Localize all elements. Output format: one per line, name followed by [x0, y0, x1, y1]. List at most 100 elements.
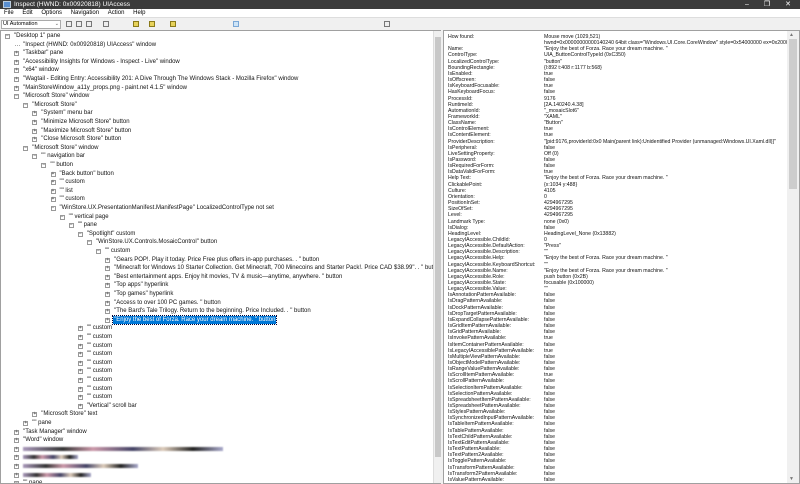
expand-icon[interactable]: +: [77, 352, 83, 358]
tree-item[interactable]: + "x64" window: [1, 66, 433, 75]
collapse-icon[interactable]: −: [23, 102, 29, 108]
tree-item[interactable]: − "" pane: [1, 221, 433, 230]
tree-walk-icon[interactable]: [233, 21, 239, 27]
menu-edit[interactable]: Edit: [22, 10, 32, 16]
menu-options[interactable]: Options: [41, 10, 62, 16]
nav-down-icon[interactable]: [206, 21, 212, 27]
expand-icon[interactable]: +: [14, 438, 20, 444]
tooltip-icon[interactable]: [133, 21, 139, 27]
focus-icon[interactable]: [170, 21, 176, 27]
tree-item[interactable]: + "Microsoft Store" text: [1, 410, 433, 419]
nav-first-child-icon[interactable]: [259, 21, 265, 27]
highlight-icon[interactable]: [149, 21, 155, 27]
collapse-icon[interactable]: −: [23, 145, 29, 151]
tree-item[interactable]: "Inspect (HWND: 0x00920818) UIAccess" wi…: [1, 41, 433, 50]
expand-icon[interactable]: +: [105, 317, 111, 323]
expand-icon[interactable]: +: [32, 120, 38, 125]
collapse-icon[interactable]: −: [86, 240, 92, 246]
expand-icon[interactable]: +: [77, 343, 83, 349]
tree-item[interactable]: + "" custom: [1, 385, 433, 394]
expand-icon[interactable]: +: [105, 292, 111, 297]
expand-icon[interactable]: +: [77, 360, 83, 366]
tree-item[interactable]: + "" custom: [1, 393, 433, 402]
nav-left-icon[interactable]: [186, 21, 192, 27]
tree-item[interactable]: + "" custom: [1, 367, 433, 376]
tree-item[interactable]: + "System" menu bar: [1, 109, 433, 118]
nav-root-icon[interactable]: [306, 21, 312, 27]
expand-icon[interactable]: +: [14, 472, 20, 478]
tree-item[interactable]: + "Word" window: [1, 436, 433, 445]
collapse-icon[interactable]: −: [14, 94, 20, 100]
text-cursor-icon[interactable]: [113, 21, 119, 27]
tree-item[interactable]: − "" navigation bar: [1, 152, 433, 161]
expand-icon[interactable]: +: [14, 68, 20, 74]
tree-item[interactable]: − "WinStore.UX.PresentationManifest.Manif…: [1, 204, 433, 213]
tree-item[interactable]: + "Task Manager" window: [1, 428, 433, 437]
expand-icon[interactable]: +: [50, 197, 56, 203]
nav-last-icon[interactable]: [289, 21, 295, 27]
collapse-icon[interactable]: −: [59, 214, 65, 220]
nav-up-icon[interactable]: [196, 21, 202, 27]
nav-prev-icon[interactable]: [279, 21, 285, 27]
pointer-icon[interactable]: [123, 21, 129, 27]
tree-item[interactable]: − "Microsoft Store" window: [1, 144, 433, 153]
tree-item[interactable]: + "Best entertainment apps. Enjoy hit mov…: [1, 273, 433, 282]
tree-item[interactable]: + "" custom: [1, 333, 433, 342]
tree-item[interactable]: + "Access to over 100 PC games. " button: [1, 299, 433, 308]
option-1-icon[interactable]: [322, 21, 328, 27]
menu-file[interactable]: File: [4, 10, 14, 16]
tree-item[interactable]: + "Taskbar" pane: [1, 49, 433, 58]
expand-icon[interactable]: +: [77, 403, 83, 409]
option-5-icon[interactable]: [362, 21, 368, 27]
tree-scrollbar[interactable]: [433, 31, 441, 483]
expand-icon[interactable]: +: [77, 395, 83, 401]
tree-item[interactable]: + "" custom: [1, 178, 433, 187]
tree-item[interactable]: − "Desktop 1" pane: [1, 32, 433, 41]
tree-item[interactable]: − "WinStore.UX.Controls.MosaicControl" bu…: [1, 238, 433, 247]
collapse-icon[interactable]: −: [68, 223, 74, 229]
expand-icon[interactable]: +: [50, 180, 56, 186]
scroll-down-icon[interactable]: ▼: [789, 476, 794, 482]
copy-tree-icon[interactable]: [76, 21, 82, 27]
expand-icon[interactable]: +: [32, 128, 38, 134]
option-4-icon[interactable]: [352, 21, 358, 27]
expand-icon[interactable]: +: [105, 300, 111, 306]
tree-item[interactable]: + "Top apps" hyperlink: [1, 281, 433, 290]
tree-item[interactable]: + "Minecraft for Windows 10 Starter Colle…: [1, 264, 440, 273]
tree-item[interactable]: − "" vertical page: [1, 213, 433, 222]
tree-item[interactable]: + "Accessibility Insights for Windows - I…: [1, 58, 433, 67]
scroll-thumb[interactable]: [789, 39, 797, 189]
tree-item[interactable]: − "" button: [1, 161, 433, 170]
tree-item[interactable]: +: [1, 453, 433, 462]
expand-icon[interactable]: +: [14, 77, 20, 82]
expand-icon[interactable]: +: [77, 369, 83, 375]
tree-item[interactable]: + "" custom: [1, 342, 433, 351]
expand-icon[interactable]: +: [50, 171, 56, 177]
option-2-icon[interactable]: [332, 21, 338, 27]
tree-item[interactable]: − "" custom: [1, 247, 433, 256]
tree-item[interactable]: + "Top games" hyperlink: [1, 290, 433, 299]
scroll-up-icon[interactable]: ▲: [789, 32, 794, 38]
expand-icon[interactable]: +: [32, 111, 38, 117]
tree-item[interactable]: +: [1, 471, 433, 480]
expand-icon[interactable]: +: [14, 446, 20, 452]
properties-panel[interactable]: How found: Mouse move (1029,521) hwnd=0x00…: [443, 30, 800, 484]
tree-item[interactable]: − "" pane: [1, 479, 433, 483]
expand-icon[interactable]: +: [14, 59, 20, 65]
tree-item[interactable]: + "Enjoy the best of Forza. Race your dre…: [1, 314, 433, 326]
tree-item[interactable]: − "Microsoft Store" window: [1, 92, 433, 101]
expand-icon[interactable]: +: [14, 464, 20, 469]
rectangle-icon[interactable]: [103, 21, 109, 27]
tree-item[interactable]: − "Spotlight" custom: [1, 230, 433, 239]
close-button[interactable]: ✕: [781, 0, 795, 9]
copy-icon[interactable]: [66, 21, 72, 27]
tree-item[interactable]: + "Vertical" scroll bar: [1, 402, 433, 411]
minimize-button[interactable]: –: [740, 0, 754, 9]
expand-icon[interactable]: +: [32, 412, 38, 418]
caret-icon[interactable]: [160, 21, 166, 27]
expand-icon[interactable]: +: [105, 274, 111, 280]
collapse-icon[interactable]: −: [50, 206, 56, 211]
collapse-icon[interactable]: −: [96, 249, 101, 254]
option-6-icon[interactable]: [372, 21, 378, 27]
expand-icon[interactable]: +: [105, 309, 111, 315]
